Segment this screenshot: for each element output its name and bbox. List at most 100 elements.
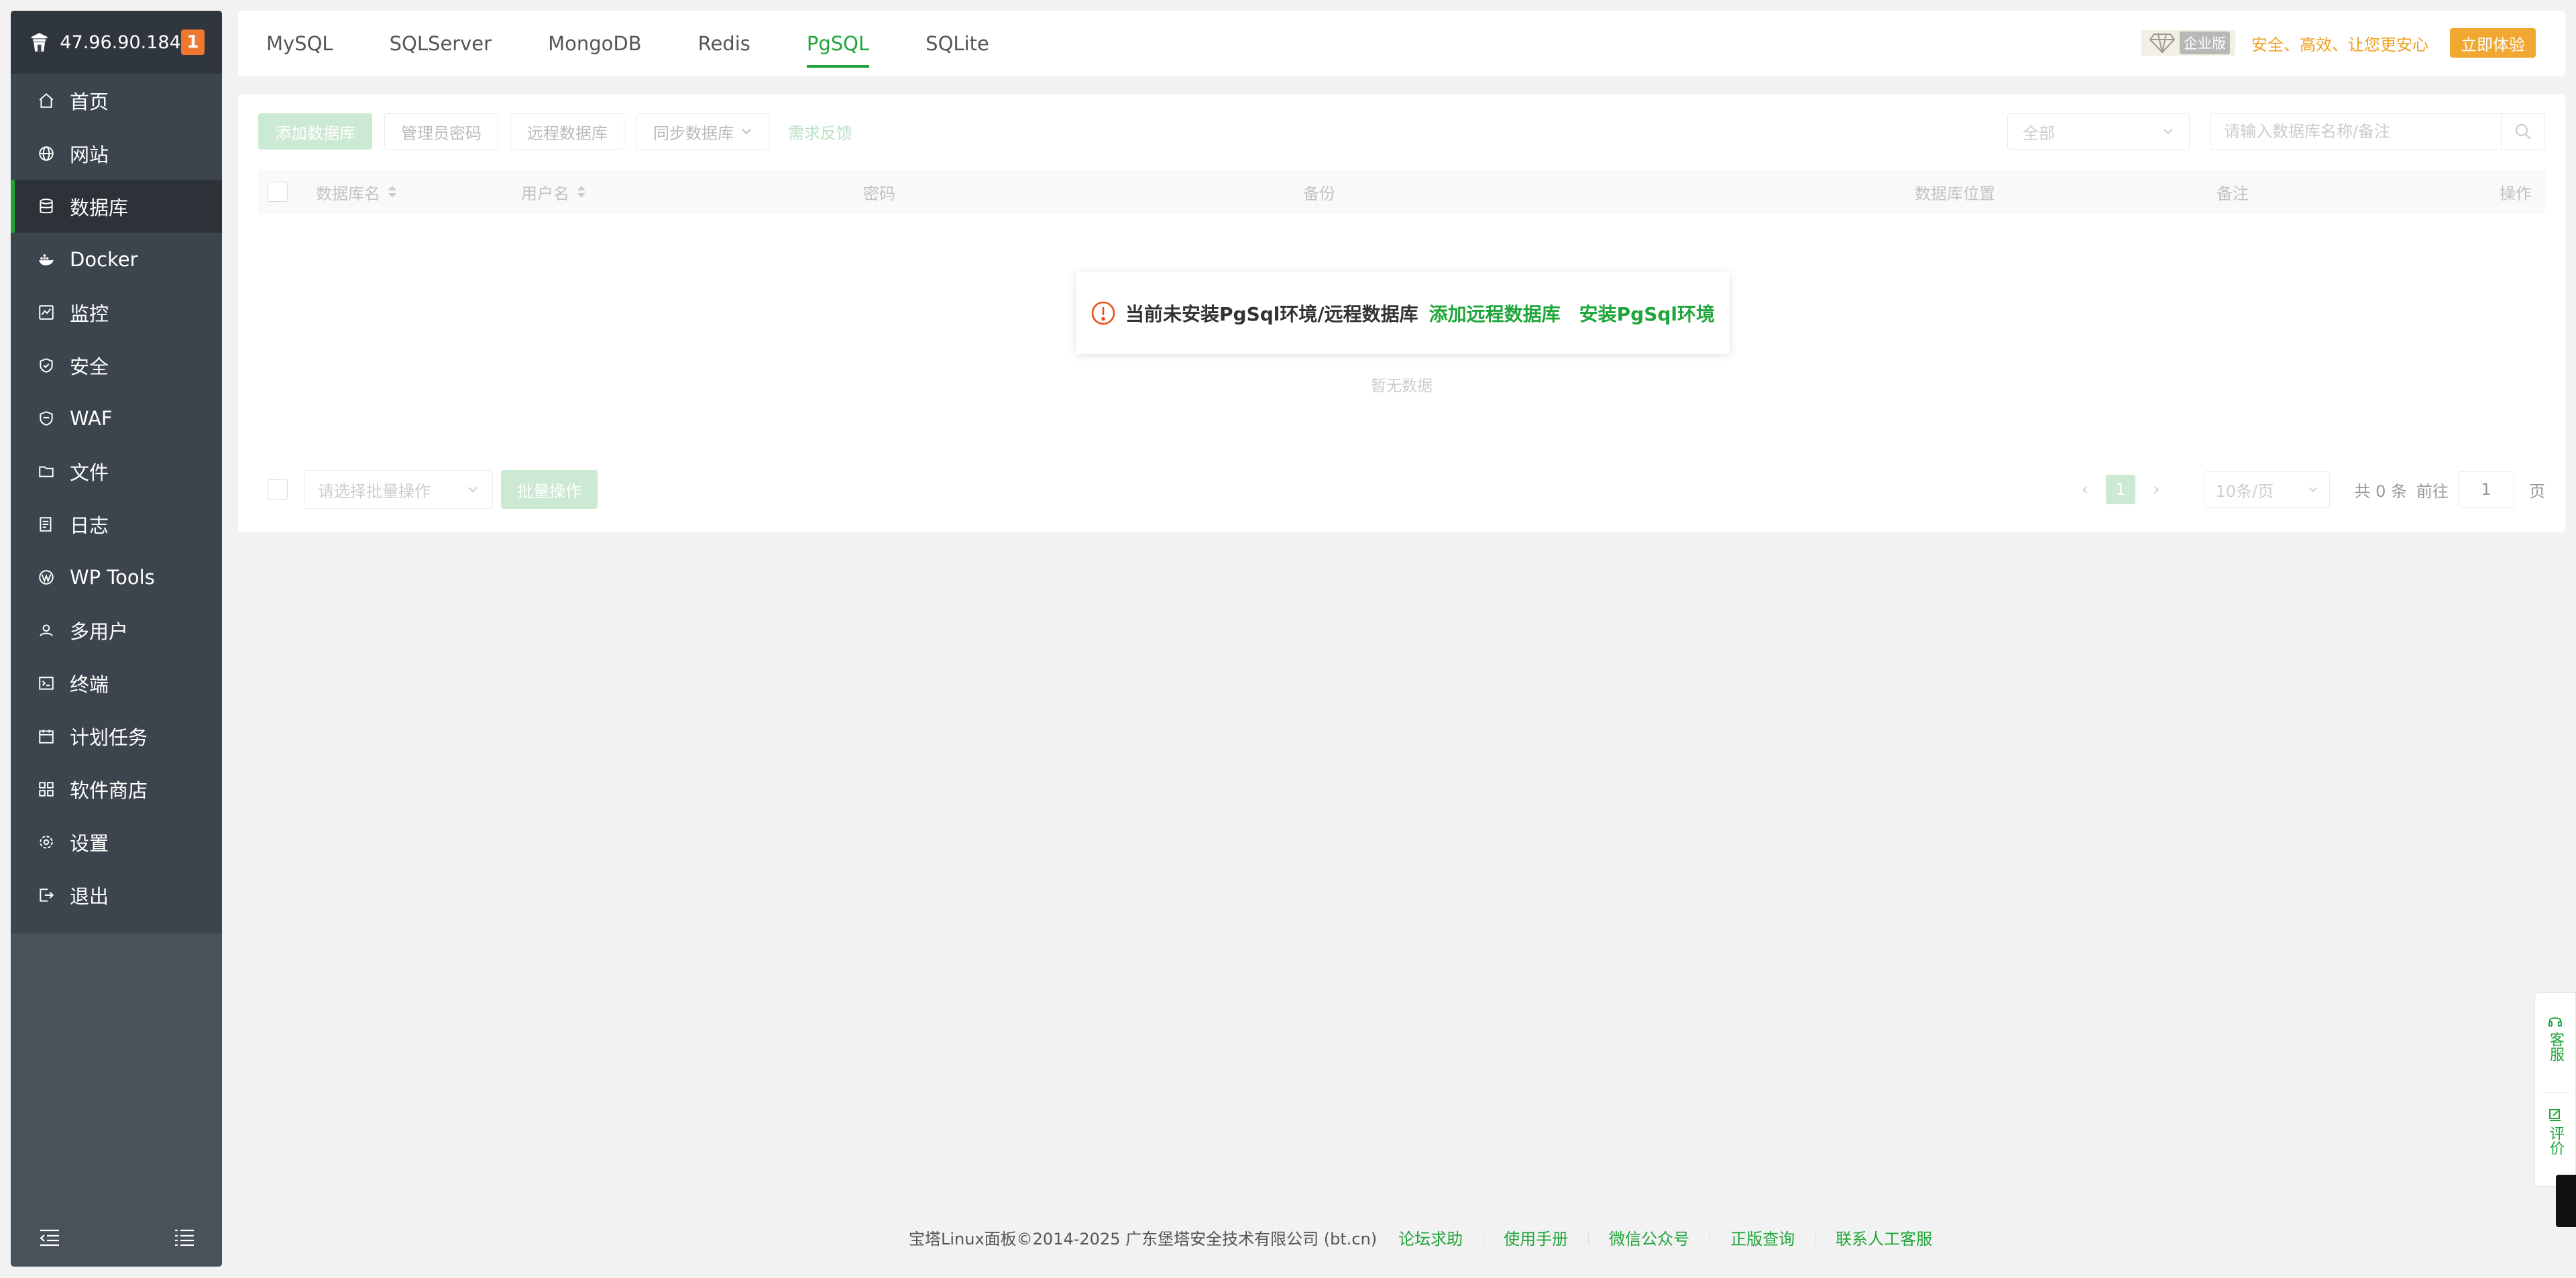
footer-link-support[interactable]: 联系人工客服 bbox=[1836, 1226, 1932, 1249]
chevron-down-icon bbox=[2309, 487, 2318, 492]
sidebar-item-label: 文件 bbox=[70, 461, 109, 484]
users-icon bbox=[38, 622, 55, 639]
logout-icon bbox=[38, 886, 55, 904]
db-toolbar: 添加数据库 管理员密码 远程数据库 同步数据库 需求反馈 bbox=[258, 113, 871, 150]
sidebar-item-wptools[interactable]: WP Tools bbox=[11, 550, 222, 603]
tab-mysql[interactable]: MySQL bbox=[266, 11, 333, 76]
col-label: 数据库名 bbox=[316, 184, 380, 203]
sidebar-item-monitor[interactable]: 监控 bbox=[11, 286, 222, 339]
waf-shield-icon bbox=[38, 410, 55, 427]
wordpress-icon bbox=[38, 569, 55, 586]
page-footer: 宝塔Linux面板©2014-2025 广东堡塔安全技术有限公司 (bt.cn)… bbox=[909, 1226, 1932, 1249]
tab-redis[interactable]: Redis bbox=[698, 11, 750, 76]
add-remote-db-link[interactable]: 添加远程数据库 bbox=[1429, 300, 1561, 327]
chevron-down-icon bbox=[2164, 129, 2173, 135]
sidebar-item-logs[interactable]: 日志 bbox=[11, 498, 222, 550]
table-header: 数据库名 用户名 密码 备份 数据库位置 备注 操作 bbox=[258, 170, 2545, 214]
sidebar-item-label: 首页 bbox=[70, 90, 109, 113]
footer-link-license[interactable]: 正版查询 bbox=[1730, 1226, 1795, 1249]
review-button[interactable]: 评价 bbox=[2535, 1107, 2575, 1155]
footer-link-forum[interactable]: 论坛求助 bbox=[1398, 1226, 1463, 1249]
goto-page-input[interactable]: 1 bbox=[2458, 471, 2514, 508]
tab-sqlite[interactable]: SQLite bbox=[926, 11, 989, 76]
col-label: 用户名 bbox=[521, 184, 569, 203]
footer-link-manual[interactable]: 使用手册 bbox=[1504, 1226, 1568, 1249]
sidebar-item-site[interactable]: 网站 bbox=[11, 127, 222, 180]
database-icon bbox=[38, 198, 55, 215]
tab-sqlserver[interactable]: SQLServer bbox=[390, 11, 492, 76]
tab-mongodb[interactable]: MongoDB bbox=[548, 11, 642, 76]
edit-icon bbox=[2549, 1109, 2561, 1121]
batch-action-button[interactable]: 批量操作 bbox=[501, 470, 598, 509]
prev-page-button[interactable]: ‹ bbox=[2082, 479, 2088, 500]
feedback-link[interactable]: 需求反馈 bbox=[781, 113, 859, 150]
customer-service-button[interactable]: 客服 bbox=[2535, 1013, 2575, 1061]
sidebar-item-home[interactable]: 首页 bbox=[11, 74, 222, 127]
sync-database-dropdown[interactable]: 同步数据库 bbox=[636, 113, 769, 150]
diamond-icon bbox=[2149, 34, 2176, 54]
batch-action-select[interactable]: 请选择批量操作 bbox=[304, 470, 493, 509]
sidebar-tools bbox=[11, 1228, 222, 1248]
next-page-button[interactable]: › bbox=[2153, 479, 2160, 500]
install-pgsql-link[interactable]: 安装PgSql环境 bbox=[1579, 300, 1715, 327]
sidebar-item-store[interactable]: 软件商店 bbox=[11, 762, 222, 815]
menu-list-icon[interactable] bbox=[174, 1228, 195, 1248]
remote-database-button[interactable]: 远程数据库 bbox=[510, 113, 624, 150]
server-ip: 47.96.90.184 bbox=[60, 32, 181, 53]
server-header[interactable]: 47.96.90.184 1 bbox=[11, 11, 222, 74]
sidebar-item-settings[interactable]: 设置 bbox=[11, 815, 222, 868]
chevron-down-icon bbox=[468, 487, 478, 493]
col-remark: 备注 bbox=[2217, 184, 2249, 203]
try-now-button[interactable]: 立即体验 bbox=[2450, 28, 2536, 58]
sidebar-item-database[interactable]: 数据库 bbox=[11, 180, 222, 233]
log-icon bbox=[38, 516, 55, 533]
footer-link-wechat[interactable]: 微信公众号 bbox=[1609, 1226, 1689, 1249]
page-number-current[interactable]: 1 bbox=[2106, 475, 2136, 504]
col-username[interactable]: 用户名 bbox=[521, 180, 585, 204]
select-all-checkbox[interactable] bbox=[268, 182, 288, 202]
tab-pgsql[interactable]: PgSQL bbox=[806, 11, 870, 76]
floating-dark-tab[interactable] bbox=[2556, 1175, 2576, 1227]
sidebar-item-label: 监控 bbox=[70, 302, 109, 325]
sidebar-item-security[interactable]: 安全 bbox=[11, 339, 222, 392]
goto-label: 前往 bbox=[2416, 481, 2449, 501]
sidebar-item-files[interactable]: 文件 bbox=[11, 445, 222, 498]
sidebar-item-label: 数据库 bbox=[70, 196, 129, 219]
review-label: 评价 bbox=[2547, 1126, 2564, 1155]
db-filter-select[interactable]: 全部 bbox=[2007, 113, 2190, 150]
warning-icon bbox=[1091, 301, 1115, 325]
sidebar-item-cron[interactable]: 计划任务 bbox=[11, 709, 222, 762]
search-input[interactable] bbox=[2210, 115, 2501, 148]
filter-value: 全部 bbox=[2023, 123, 2055, 143]
sidebar-item-label: 退出 bbox=[70, 884, 109, 908]
sidebar-item-label: WP Tools bbox=[70, 565, 155, 589]
sidebar-item-label: 设置 bbox=[70, 831, 109, 855]
sidebar-item-multiuser[interactable]: 多用户 bbox=[11, 603, 222, 656]
col-db-name[interactable]: 数据库名 bbox=[316, 180, 396, 204]
sidebar-item-waf[interactable]: WAF bbox=[11, 392, 222, 445]
sort-icon bbox=[577, 184, 585, 199]
sidebar-empty-area bbox=[11, 933, 222, 1267]
sidebar-item-terminal[interactable]: 终端 bbox=[11, 656, 222, 709]
col-db-location: 数据库位置 bbox=[1915, 184, 1995, 203]
notification-badge[interactable]: 1 bbox=[180, 30, 205, 55]
admin-password-button[interactable]: 管理员密码 bbox=[384, 113, 498, 150]
database-panel: 添加数据库 管理员密码 远程数据库 同步数据库 需求反馈 全部 数据库名 用户名… bbox=[238, 94, 2565, 532]
enterprise-label: 企业版 bbox=[2180, 32, 2230, 54]
search-button[interactable] bbox=[2501, 114, 2544, 149]
page-size-select[interactable]: 10条/页 bbox=[2204, 471, 2331, 508]
sidebar-item-label: 终端 bbox=[70, 673, 109, 696]
empty-state-text: 暂无数据 bbox=[1371, 377, 1433, 395]
home-icon bbox=[38, 92, 55, 109]
sidebar-item-docker[interactable]: Docker bbox=[11, 233, 222, 286]
sidebar-item-label: Docker bbox=[70, 247, 138, 271]
footer-select-all-checkbox[interactable] bbox=[268, 479, 288, 500]
db-type-tabs: MySQL SQLServer MongoDB Redis PgSQL SQLi… bbox=[238, 11, 2565, 76]
add-database-button[interactable]: 添加数据库 bbox=[258, 113, 372, 150]
table-footer: 请选择批量操作 批量操作 ‹ 1 › 10条/页 共 0 条 前往 1 页 bbox=[258, 469, 2545, 510]
sidebar-item-logout[interactable]: 退出 bbox=[11, 868, 222, 921]
sort-icon bbox=[388, 184, 396, 199]
gear-icon bbox=[38, 833, 55, 851]
collapse-sidebar-icon[interactable] bbox=[39, 1228, 60, 1248]
col-backup: 备份 bbox=[1303, 184, 1335, 203]
